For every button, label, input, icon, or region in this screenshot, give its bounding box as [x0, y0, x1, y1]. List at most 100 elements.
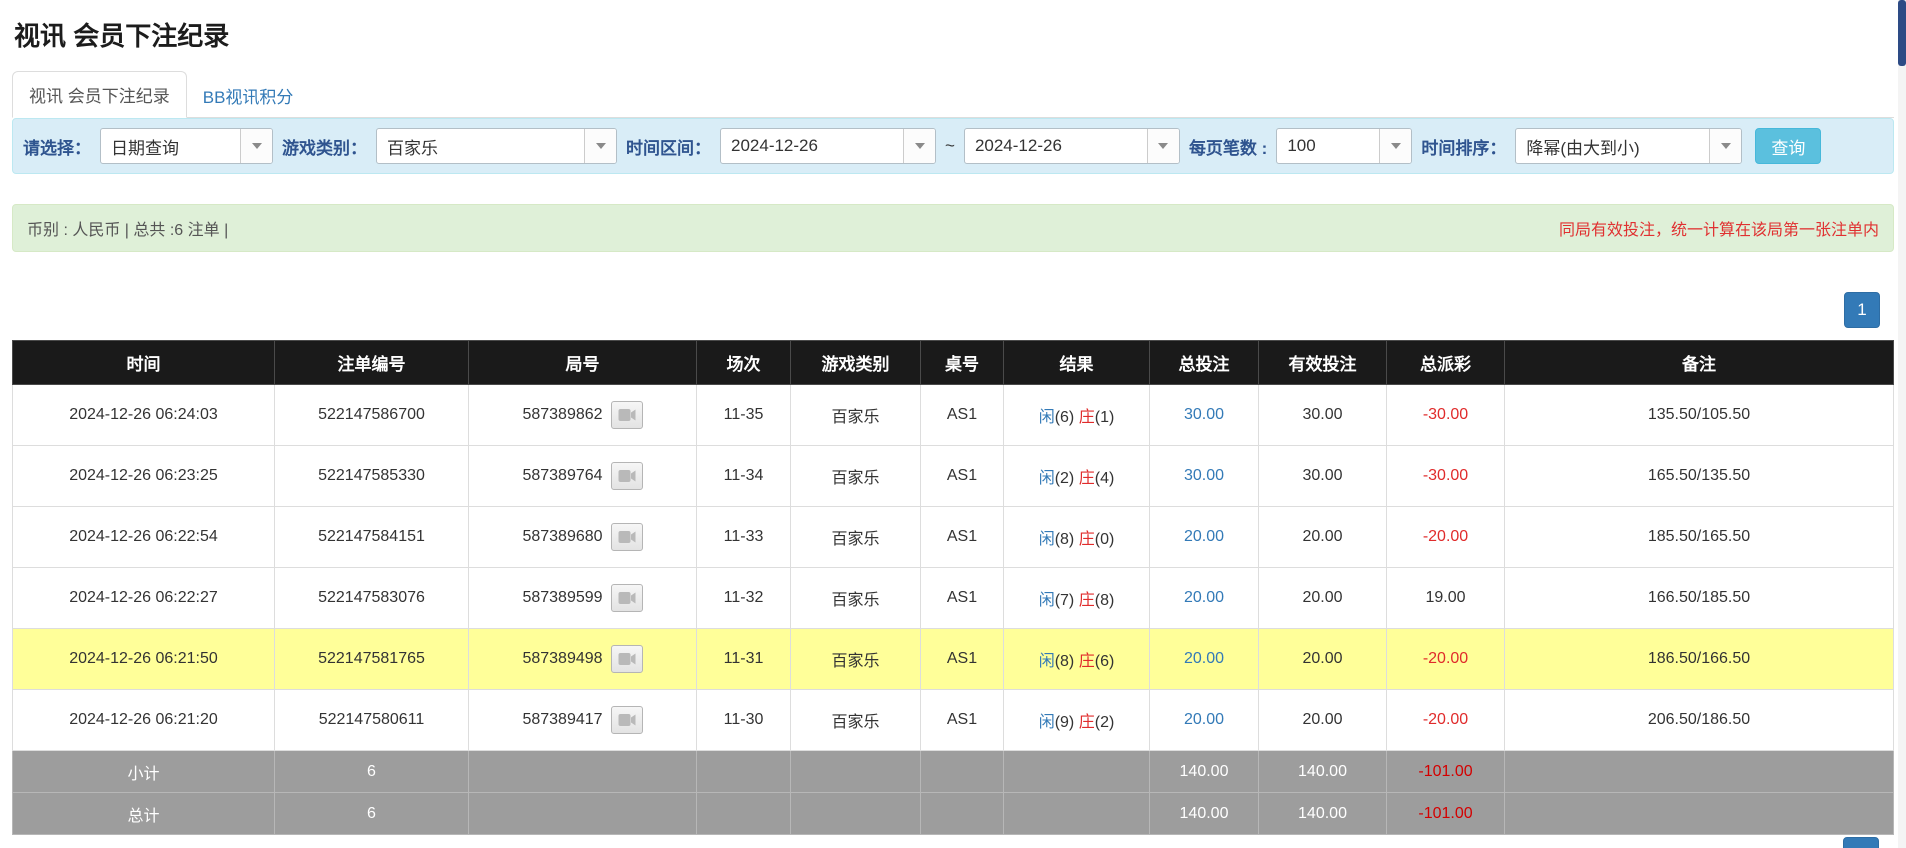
cell-round-id: 587389862	[469, 385, 697, 446]
date-range-tilde: ~	[945, 136, 955, 156]
result-player-label: 闲	[1039, 470, 1055, 487]
cell-remark: 166.50/185.50	[1505, 568, 1894, 629]
cell-payout: 19.00	[1387, 568, 1505, 629]
cell-session: 11-33	[697, 507, 791, 568]
game-type-dropdown[interactable]: 百家乐	[376, 128, 617, 164]
cell-table-no: AS1	[921, 629, 1004, 690]
sort-order-dropdown[interactable]: 降幂(由大到小)	[1515, 128, 1742, 164]
chevron-down-icon[interactable]	[1147, 129, 1179, 163]
cell-game-type: 百家乐	[791, 385, 921, 446]
result-banker-value: (1)	[1095, 409, 1115, 426]
cell-result: 闲(8) 庄(6)	[1004, 629, 1150, 690]
cell-valid-bet: 20.00	[1259, 629, 1387, 690]
date-from-picker[interactable]: 2024-12-26	[720, 128, 936, 164]
table-row: 2024-12-26 06:23:25 522147585330 5873897…	[13, 446, 1894, 507]
chevron-down-icon[interactable]	[584, 129, 616, 163]
grand-total-total-bet: 140.00	[1150, 793, 1259, 835]
round-id-value: 587389764	[522, 467, 602, 485]
result-player-value: (2)	[1055, 470, 1075, 487]
chevron-down-icon[interactable]	[903, 129, 935, 163]
round-id-value: 587389862	[522, 406, 602, 424]
cell-payout: -20.00	[1387, 507, 1505, 568]
header-result: 结果	[1004, 341, 1150, 385]
cell-table-no: AS1	[921, 446, 1004, 507]
page-size-dropdown[interactable]: 100	[1276, 128, 1412, 164]
result-player-value: (7)	[1055, 592, 1075, 609]
result-banker-label: 庄	[1079, 714, 1095, 731]
cell-time: 2024-12-26 06:24:03	[13, 385, 275, 446]
cell-payout: -30.00	[1387, 385, 1505, 446]
result-player-value: (8)	[1055, 653, 1075, 670]
subtotal-valid-bet: 140.00	[1259, 751, 1387, 793]
cell-bet-id: 522147586700	[275, 385, 469, 446]
cell-time: 2024-12-26 06:21:20	[13, 690, 275, 751]
result-banker-value: (4)	[1095, 470, 1115, 487]
subtotal-count: 6	[275, 751, 469, 793]
grand-total-valid-bet: 140.00	[1259, 793, 1387, 835]
header-time: 时间	[13, 341, 275, 385]
cell-table-no: AS1	[921, 690, 1004, 751]
cell-session: 11-32	[697, 568, 791, 629]
grand-total-payout: -101.00	[1387, 793, 1505, 835]
tab-bb-video-points[interactable]: BB视讯积分	[187, 73, 310, 118]
cell-total-bet[interactable]: 20.00	[1150, 507, 1259, 568]
result-player-label: 闲	[1039, 653, 1055, 670]
page-1-button[interactable]: 1	[1844, 292, 1880, 328]
cell-result: 闲(8) 庄(0)	[1004, 507, 1150, 568]
search-button[interactable]: 查询	[1755, 128, 1821, 164]
cell-valid-bet: 20.00	[1259, 568, 1387, 629]
round-id-value: 587389498	[522, 650, 602, 668]
cell-time: 2024-12-26 06:22:54	[13, 507, 275, 568]
currency-total-summary: 币别 : 人民币 | 总共 :6 注单 |	[27, 216, 228, 240]
cell-total-bet[interactable]: 20.00	[1150, 568, 1259, 629]
cell-total-bet[interactable]: 30.00	[1150, 446, 1259, 507]
cell-table-no: AS1	[921, 385, 1004, 446]
video-replay-icon[interactable]	[611, 523, 643, 551]
cell-bet-id: 522147581765	[275, 629, 469, 690]
subtotal-payout: -101.00	[1387, 751, 1505, 793]
video-replay-icon[interactable]	[611, 462, 643, 490]
header-round-id: 局号	[469, 341, 697, 385]
page-size-value: 100	[1277, 129, 1379, 163]
tab-betting-records[interactable]: 视讯 会员下注纪录	[12, 71, 187, 118]
chevron-down-icon[interactable]	[1379, 129, 1411, 163]
cell-remark: 206.50/186.50	[1505, 690, 1894, 751]
scrollbar-thumb[interactable]	[1898, 0, 1906, 66]
page: 视讯 会员下注纪录 视讯 会员下注纪录 BB视讯积分 请选择： 日期查询 游戏类…	[0, 0, 1906, 848]
cell-result: 闲(2) 庄(4)	[1004, 446, 1150, 507]
header-table-no: 桌号	[921, 341, 1004, 385]
round-id-value: 587389680	[522, 528, 602, 546]
result-player-value: (9)	[1055, 714, 1075, 731]
grand-total-count: 6	[275, 793, 469, 835]
chevron-down-icon[interactable]	[240, 129, 272, 163]
video-replay-icon[interactable]	[611, 584, 643, 612]
date-from-value: 2024-12-26	[721, 129, 903, 163]
page-1-button-bottom[interactable]: 1	[1843, 837, 1879, 848]
cell-round-id: 587389680	[469, 507, 697, 568]
cell-session: 11-35	[697, 385, 791, 446]
result-banker-label: 庄	[1079, 531, 1095, 548]
cell-result: 闲(7) 庄(8)	[1004, 568, 1150, 629]
cell-total-bet[interactable]: 20.00	[1150, 690, 1259, 751]
query-type-dropdown[interactable]: 日期查询	[100, 128, 273, 164]
cell-total-bet[interactable]: 20.00	[1150, 629, 1259, 690]
select-type-label: 请选择：	[23, 134, 91, 159]
cell-remark: 186.50/166.50	[1505, 629, 1894, 690]
video-replay-icon[interactable]	[611, 645, 643, 673]
cell-session: 11-30	[697, 690, 791, 751]
date-to-picker[interactable]: 2024-12-26	[964, 128, 1180, 164]
cell-total-bet[interactable]: 30.00	[1150, 385, 1259, 446]
date-to-value: 2024-12-26	[965, 129, 1147, 163]
table-row: 2024-12-26 06:24:03 522147586700 5873898…	[13, 385, 1894, 446]
video-replay-icon[interactable]	[611, 706, 643, 734]
grand-total-row: 总计 6 140.00 140.00 -101.00	[13, 793, 1894, 835]
video-replay-icon[interactable]	[611, 401, 643, 429]
query-type-value: 日期查询	[101, 129, 240, 163]
table-header-row: 时间 注单编号 局号 场次 游戏类别 桌号 结果 总投注 有效投注 总派彩 备注	[13, 341, 1894, 385]
round-id-value: 587389599	[522, 589, 602, 607]
scrollbar[interactable]	[1898, 0, 1906, 848]
pagination-top: 1	[12, 292, 1880, 328]
chevron-down-icon[interactable]	[1709, 129, 1741, 163]
game-type-value: 百家乐	[377, 129, 584, 163]
cell-bet-id: 522147583076	[275, 568, 469, 629]
